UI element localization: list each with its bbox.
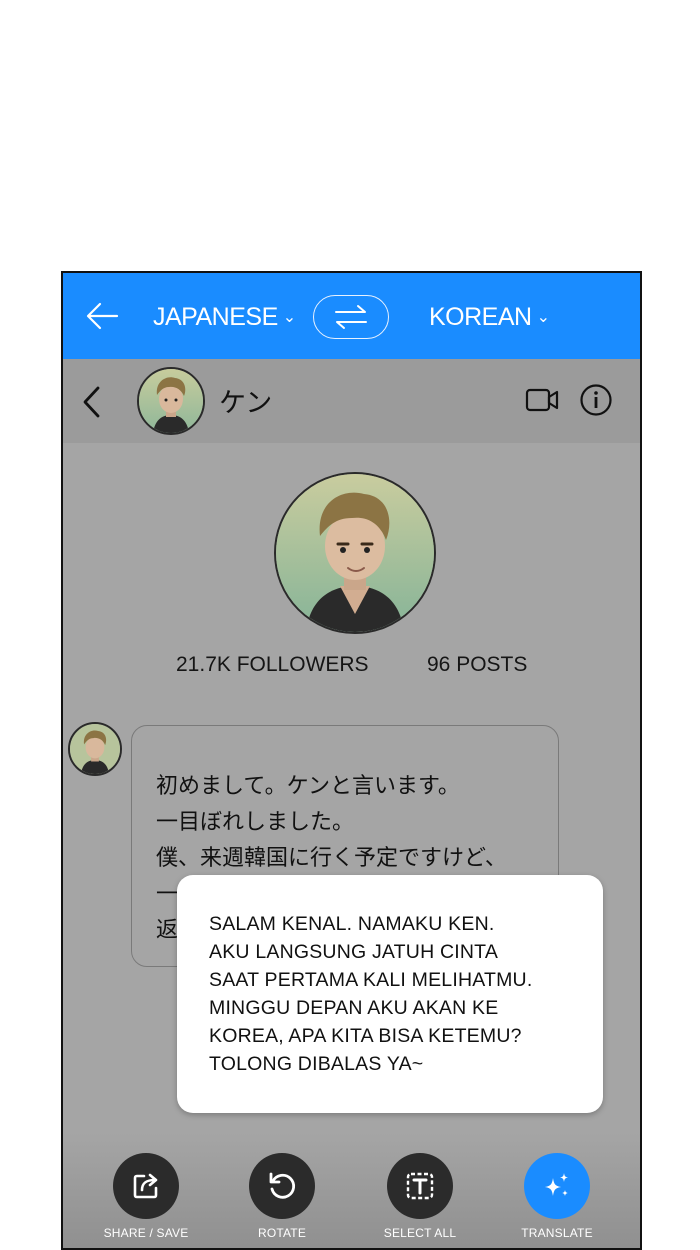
swap-languages-button[interactable] [313, 295, 389, 339]
chat-contact-name: ケン [219, 388, 273, 418]
translate-button[interactable]: TRANSLATE [502, 1153, 612, 1240]
video-icon[interactable] [525, 387, 559, 418]
source-language-selector[interactable]: JAPANESE ⌄ [153, 303, 296, 332]
message-line: 僕、来週韓国に行く予定ですけど、 [156, 845, 507, 870]
posts-count: 96 POSTS [427, 653, 528, 676]
target-language-label: KOREAN [429, 303, 532, 331]
share-icon [133, 1173, 158, 1199]
rotate-button-circle[interactable] [249, 1153, 315, 1219]
avatar[interactable] [137, 367, 205, 435]
swap-icon [335, 305, 367, 329]
phone-screen: JAPANESE ⌄ KOREAN ⌄ ケン 21.7K FOLLOWERS 9… [61, 271, 642, 1250]
translation-line: SALAM KENAL. NAMAKU KEN. [209, 913, 495, 935]
message-line: 初めまして。ケンと言います。 [156, 773, 460, 798]
translation-line: SAAT PERTAMA KALI MELIHATMU. [209, 969, 533, 991]
translation-overlay[interactable]: SALAM KENAL. NAMAKU KEN. AKU LANGSUNG JA… [177, 875, 603, 1113]
target-language-selector[interactable]: KOREAN ⌄ [429, 303, 550, 332]
share-save-label: SHARE / SAVE [103, 1226, 189, 1240]
select-all-button-circle[interactable] [387, 1153, 453, 1219]
translation-line: TOLONG DIBALAS YA~ [209, 1053, 424, 1075]
translator-top-bar: JAPANESE ⌄ KOREAN ⌄ [63, 273, 640, 359]
translate-button-circle[interactable] [524, 1153, 590, 1219]
rotate-button[interactable]: ROTATE [227, 1153, 337, 1240]
chevron-down-icon: ⌄ [282, 309, 296, 326]
select-all-label: SELECT ALL [383, 1226, 457, 1240]
back-arrow-icon[interactable] [85, 301, 119, 331]
chevron-down-icon: ⌄ [536, 309, 550, 326]
source-language-label: JAPANESE [153, 303, 278, 331]
rotate-icon [269, 1172, 296, 1199]
message-line: 一 [156, 881, 179, 906]
followers-count: 21.7K FOLLOWERS [176, 653, 369, 676]
select-all-icon [406, 1172, 434, 1200]
info-icon[interactable] [579, 383, 613, 422]
rotate-label: ROTATE [257, 1226, 307, 1240]
message-line: 一目ぼれしました。 [156, 809, 355, 834]
share-button-circle[interactable] [113, 1153, 179, 1219]
profile-avatar [274, 472, 436, 634]
chat-header: ケン [63, 359, 640, 443]
translation-line: MINGGU DEPAN AKU AKAN KE [209, 997, 499, 1019]
translation-line: KOREA, APA KITA BISA KETEMU? [209, 1025, 522, 1047]
message-line: 返 [156, 917, 179, 942]
select-all-button[interactable]: SELECT ALL [365, 1153, 475, 1240]
translate-label: TRANSLATE [521, 1226, 593, 1240]
translation-line: AKU LANGSUNG JATUH CINTA [209, 941, 499, 963]
share-save-button[interactable]: SHARE / SAVE [91, 1153, 201, 1240]
sparkle-icon [545, 1173, 568, 1196]
chevron-left-icon[interactable] [81, 385, 103, 424]
message-sender-avatar [68, 722, 122, 776]
